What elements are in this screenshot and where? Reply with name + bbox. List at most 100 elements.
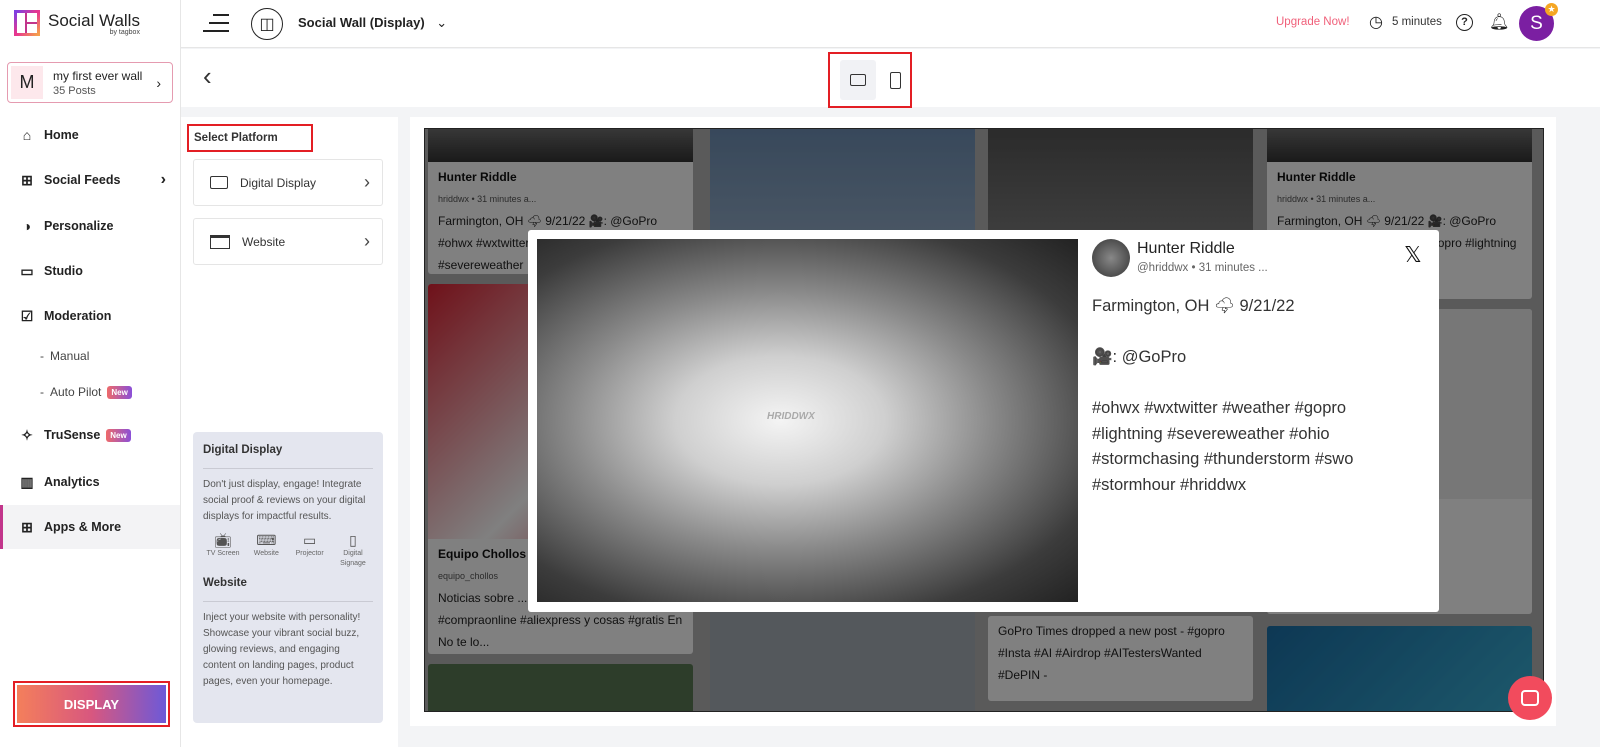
nav-label: Home: [44, 128, 79, 142]
post-handle: hriddwx • 31 minutes a...: [1277, 194, 1376, 204]
code-icon: ⌨︎: [256, 532, 277, 548]
tv-icon: 📺︎: [214, 532, 232, 548]
post-text: GoPro Times dropped a new post - #gopro …: [998, 624, 1225, 682]
platform-label: Digital Display: [240, 175, 317, 190]
wall-selector[interactable]: M my first ever wall 35 Posts ›: [7, 62, 173, 103]
chevron-right-icon: ›: [364, 231, 370, 251]
post-modal: HRIDDWX Hunter Riddle @hriddwx • 31 minu…: [528, 230, 1439, 612]
platform-digital-display[interactable]: Digital Display ›: [193, 159, 383, 206]
chat-icon: [1521, 690, 1539, 706]
info-title: Website: [203, 577, 247, 589]
modal-text-line: 🎥: @GoPro: [1092, 348, 1187, 366]
bar-chart-icon: ▥: [20, 473, 34, 490]
divider: [203, 468, 373, 469]
drop-icon: ◑: [22, 218, 32, 234]
nav-trusense[interactable]: ✧ TruSense New: [0, 415, 180, 455]
nav-social-feeds[interactable]: ⊞ Social Feeds ›: [0, 160, 180, 200]
preview-frame[interactable]: Hunter Riddle hriddwx • 31 minutes a... Fa…: [424, 128, 1544, 712]
monitor-icon: [210, 176, 228, 189]
help-icon[interactable]: ?: [1456, 14, 1473, 31]
monitor-icon: ▭: [20, 262, 34, 279]
modal-hashtags: #ohwx #wxtwitter #weather #gopro #lightn…: [1092, 399, 1354, 494]
wall-preview: Hunter Riddle hriddwx • 31 minutes a... Fa…: [410, 117, 1556, 726]
post-handle: hriddwx • 31 minutes a...: [438, 194, 537, 204]
nav-home[interactable]: ⌂ Home: [0, 115, 180, 155]
sub-bar: ‹: [181, 49, 1600, 108]
image-watermark: HRIDDWX: [767, 411, 815, 422]
wall-layout-icon[interactable]: ◫: [251, 8, 283, 40]
nav-personalize[interactable]: ◑ Personalize: [0, 206, 180, 246]
wall-type-label: Social Wall (Display): [298, 15, 425, 30]
x-logo-icon: 𝕏: [1404, 242, 1422, 267]
wall-name: my first ever wall: [53, 68, 143, 83]
platform-website[interactable]: Website ›: [193, 218, 383, 265]
info-text: Don't just display, engage! Integrate so…: [203, 479, 366, 522]
sidebar: Social Walls by tagbox M my first ever wa…: [0, 0, 181, 747]
post-image: [1267, 626, 1532, 711]
nav-manual[interactable]: - Manual: [40, 349, 89, 363]
logo[interactable]: Social Walls by tagbox: [14, 10, 140, 36]
mobile-view-button[interactable]: [882, 60, 908, 100]
post-card[interactable]: [428, 664, 693, 711]
moderation-icon: ☑: [20, 307, 34, 324]
top-bar: ◫ Social Wall (Display) ⌄ Upgrade Now! ◷…: [181, 0, 1600, 48]
signage-icon: ▯: [349, 532, 357, 548]
nav-auto-pilot[interactable]: - Auto Pilot New: [40, 385, 132, 399]
device-toggle: [828, 52, 912, 108]
upgrade-link[interactable]: Upgrade Now!: [1276, 16, 1350, 28]
dash-icon: -: [40, 349, 44, 363]
dash-icon: -: [40, 385, 44, 399]
star-badge-icon: ★: [1545, 3, 1558, 16]
post-image: [1267, 129, 1532, 162]
nav-moderation[interactable]: ☑ Moderation: [0, 296, 180, 336]
device-label: TV Screen: [206, 550, 240, 557]
post-image: [428, 664, 693, 711]
new-badge: New: [107, 385, 132, 399]
author-avatar: [1092, 239, 1130, 277]
nav-label: Personalize: [44, 219, 114, 233]
chat-button[interactable]: [1508, 676, 1552, 720]
new-badge: New: [106, 428, 131, 442]
desktop-icon: [850, 74, 866, 86]
bell-icon[interactable]: 🔔︎: [1489, 12, 1509, 32]
nav-apps-more[interactable]: ⊞ Apps & More: [0, 505, 180, 549]
desktop-view-button[interactable]: [840, 60, 876, 100]
nav-label: Apps & More: [44, 520, 122, 534]
mobile-icon: [889, 71, 901, 89]
divider: [203, 601, 373, 602]
projector-icon: ▭: [303, 532, 317, 548]
back-icon[interactable]: ‹: [203, 61, 212, 92]
modal-handle: @hriddwx • 31 minutes ...: [1137, 262, 1268, 274]
nav-analytics[interactable]: ▥ Analytics: [0, 462, 180, 502]
display-button[interactable]: DISPLAY: [13, 681, 170, 727]
nav-studio[interactable]: ▭ Studio: [0, 251, 180, 291]
post-card[interactable]: GoPro Times dropped a new post - #gopro …: [988, 616, 1253, 701]
clock-icon: ◷: [1369, 14, 1383, 31]
nav-label: Moderation: [44, 309, 112, 323]
select-platform-label: Select Platform: [187, 124, 313, 152]
avatar-initial: S: [1530, 12, 1543, 34]
apps-icon: ⊞: [21, 518, 33, 535]
post-author: Hunter Riddle: [438, 170, 517, 184]
app-title: Social Walls: [48, 10, 140, 30]
chevron-down-icon: ⌄: [436, 15, 448, 30]
post-card[interactable]: [1267, 626, 1532, 711]
device-label: Website: [253, 550, 279, 557]
device-label: Projector: [295, 550, 324, 557]
browser-icon: [210, 234, 230, 249]
logo-icon: [14, 10, 40, 36]
platform-info-box: Digital Display Don't just display, enga…: [193, 432, 383, 723]
home-icon: ⌂: [22, 127, 32, 143]
timer-text: 5 minutes: [1392, 16, 1442, 28]
platform-panel: Select Platform Digital Display › Website…: [181, 117, 398, 747]
add-feed-icon: ⊞: [21, 171, 33, 188]
wall-type-dropdown[interactable]: Social Wall (Display) ⌄: [298, 15, 447, 31]
nav-label: Studio: [44, 264, 83, 278]
modal-text-line: Farmington, OH 🌩 9/21/22: [1092, 297, 1295, 315]
chevron-right-icon: ›: [160, 171, 166, 188]
chevron-right-icon: ›: [364, 172, 370, 192]
wall-initial: M: [11, 66, 43, 99]
device-label: Digital Signage: [340, 550, 366, 567]
menu-toggle-icon[interactable]: [203, 14, 229, 32]
display-button-label: DISPLAY: [17, 685, 166, 723]
